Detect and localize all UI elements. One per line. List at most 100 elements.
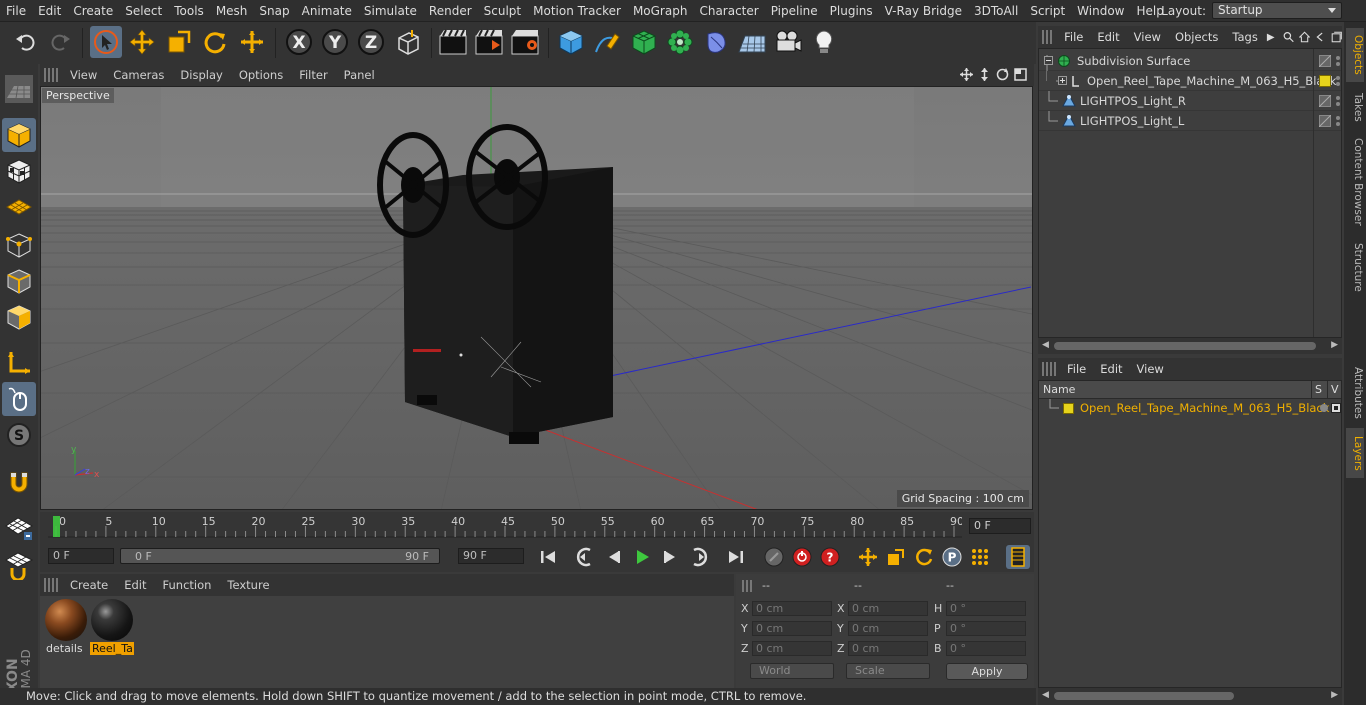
layer-color-icon[interactable]	[1063, 402, 1074, 414]
layer-swatch-icon[interactable]	[1319, 94, 1331, 107]
apply-button[interactable]: Apply	[946, 663, 1028, 680]
viewport-maximize-icon[interactable]	[1013, 67, 1028, 82]
scroll-thumb[interactable]	[1054, 692, 1234, 700]
end-frame-field[interactable]: 90 F	[458, 548, 524, 564]
material-menu-function[interactable]: Function	[155, 578, 220, 592]
menu-plugins[interactable]: Plugins	[824, 4, 879, 18]
menu-snap[interactable]: Snap	[253, 4, 295, 18]
key-position-icon[interactable]	[856, 545, 880, 569]
render-view-icon[interactable]	[437, 26, 469, 58]
undo-icon[interactable]	[10, 26, 42, 58]
autokeying-icon[interactable]: ?	[818, 545, 842, 569]
coord-rot-h-field[interactable]: 0 °	[946, 601, 1026, 616]
visibility-dots-icon[interactable]	[1335, 55, 1341, 67]
om-new-window-icon[interactable]	[1331, 30, 1342, 44]
edges-mode-icon[interactable]	[2, 264, 36, 298]
previous-frame-icon[interactable]	[602, 545, 626, 569]
solo-icon[interactable]: S	[2, 418, 36, 452]
layer-manager-scrollbar[interactable]: ◀ ▶	[1038, 688, 1342, 705]
viewport-camera-label[interactable]: Perspective	[42, 88, 114, 103]
menu-select[interactable]: Select	[119, 4, 168, 18]
om-menu-file[interactable]: File	[1057, 30, 1090, 44]
light-icon[interactable]	[808, 26, 840, 58]
floor-grid-icon[interactable]	[736, 26, 768, 58]
coord-rot-b-field[interactable]: 0 °	[946, 641, 1026, 656]
perspective-view-icon[interactable]	[2, 72, 36, 106]
select-pointer-icon[interactable]	[90, 26, 122, 58]
go-to-end-icon[interactable]	[724, 545, 748, 569]
layer-header-solo[interactable]: S	[1315, 383, 1322, 396]
coord-size-y-field[interactable]: 0 cm	[848, 621, 928, 636]
menu-script[interactable]: Script	[1024, 4, 1071, 18]
menu-pipeline[interactable]: Pipeline	[765, 4, 824, 18]
menu-render[interactable]: Render	[423, 4, 478, 18]
texture-mode-icon[interactable]	[2, 154, 36, 188]
om-menu-objects[interactable]: Objects	[1168, 30, 1225, 44]
visibility-dots-icon[interactable]	[1335, 95, 1341, 107]
om-back-icon[interactable]	[1315, 30, 1326, 44]
viewport-menu-display[interactable]: Display	[172, 68, 230, 82]
frame-range-slider[interactable]: 0 F 90 F	[120, 548, 440, 564]
previous-key-icon[interactable]	[574, 545, 598, 569]
om-home-icon[interactable]	[1298, 30, 1310, 44]
rotate-icon[interactable]	[199, 26, 231, 58]
points-mode-icon[interactable]	[2, 228, 36, 262]
om-menu-tags[interactable]: Tags	[1225, 30, 1264, 44]
om-more-icon[interactable]: ▶	[1267, 32, 1275, 43]
key-pla-icon[interactable]	[968, 545, 992, 569]
tab-layers[interactable]: Layers	[1346, 428, 1364, 478]
layer-solo-toggle-icon[interactable]	[1319, 403, 1329, 413]
tab-content-browser[interactable]: Content Browser	[1346, 132, 1364, 232]
current-frame-field[interactable]: 0 F	[969, 518, 1031, 534]
layer-header-name[interactable]: Name	[1043, 383, 1075, 396]
menu-create[interactable]: Create	[67, 4, 119, 18]
collapse-icon[interactable]	[1044, 56, 1053, 65]
timeline-ruler[interactable]: 0 5 10 15 20 25 30 35 40 45 50 55 60 65 70 75 80 85 90	[48, 514, 962, 538]
layer-color-icon[interactable]	[1319, 74, 1331, 87]
layer-swatch-icon[interactable]	[1319, 114, 1331, 127]
next-frame-icon[interactable]	[658, 545, 682, 569]
play-icon[interactable]	[630, 545, 654, 569]
axis-mode-icon[interactable]	[2, 346, 36, 380]
render-picture-viewer-icon[interactable]	[473, 26, 505, 58]
layout-dropdown[interactable]: Startup	[1212, 2, 1342, 19]
layer-visibility-toggle-icon[interactable]	[1331, 403, 1341, 413]
start-frame-field[interactable]: 0 F	[48, 548, 114, 564]
magnet-icon[interactable]	[2, 466, 36, 500]
timeline[interactable]: 0 5 10 15 20 25 30 35 40 45 50 55 60 65 70 75 80 85 90 0 F	[40, 512, 1034, 542]
snap-grid-icon[interactable]	[2, 510, 36, 544]
viewport-rotate-icon[interactable]	[995, 67, 1010, 82]
visibility-dots-icon[interactable]	[1335, 115, 1341, 127]
material-menu-texture[interactable]: Texture	[219, 578, 277, 592]
scroll-thumb[interactable]	[1054, 342, 1316, 350]
tab-attributes[interactable]: Attributes	[1346, 360, 1364, 426]
tab-takes[interactable]: Takes	[1346, 84, 1364, 130]
scroll-right-icon[interactable]: ▶	[1331, 690, 1338, 700]
layer-header-view[interactable]: V	[1331, 383, 1339, 396]
coord-pos-y-field[interactable]: 0 cm	[752, 621, 832, 636]
tab-objects[interactable]: Objects	[1346, 28, 1364, 82]
subdivision-icon[interactable]	[628, 26, 660, 58]
coord-size-z-field[interactable]: 0 cm	[848, 641, 928, 656]
viewport-pan-icon[interactable]	[959, 67, 974, 82]
model-mode-icon[interactable]	[2, 118, 36, 152]
lm-menu-view[interactable]: View	[1130, 362, 1171, 376]
lm-menu-file[interactable]: File	[1060, 362, 1093, 376]
menu-file[interactable]: File	[0, 4, 32, 18]
menu-motion-tracker[interactable]: Motion Tracker	[527, 4, 627, 18]
polygons-mode-icon[interactable]	[2, 300, 36, 334]
om-search-icon[interactable]	[1283, 30, 1294, 44]
om-menu-view[interactable]: View	[1127, 30, 1168, 44]
object-row[interactable]: LIGHTPOS_Light_L	[1039, 110, 1341, 131]
scale-icon[interactable]	[163, 26, 195, 58]
menu-simulate[interactable]: Simulate	[358, 4, 423, 18]
world-coordinates-icon[interactable]	[392, 26, 424, 58]
menu-animate[interactable]: Animate	[296, 4, 358, 18]
coord-space-dropdown[interactable]: World	[750, 663, 834, 679]
object-row[interactable]: Subdivision Surface	[1039, 51, 1341, 71]
tweak-mode-icon[interactable]	[2, 382, 36, 416]
coord-mode-dropdown[interactable]: Scale	[846, 663, 930, 679]
expand-icon[interactable]	[1058, 76, 1067, 85]
coord-size-x-field[interactable]: 0 cm	[848, 601, 928, 616]
viewport-menu-view[interactable]: View	[62, 68, 105, 82]
